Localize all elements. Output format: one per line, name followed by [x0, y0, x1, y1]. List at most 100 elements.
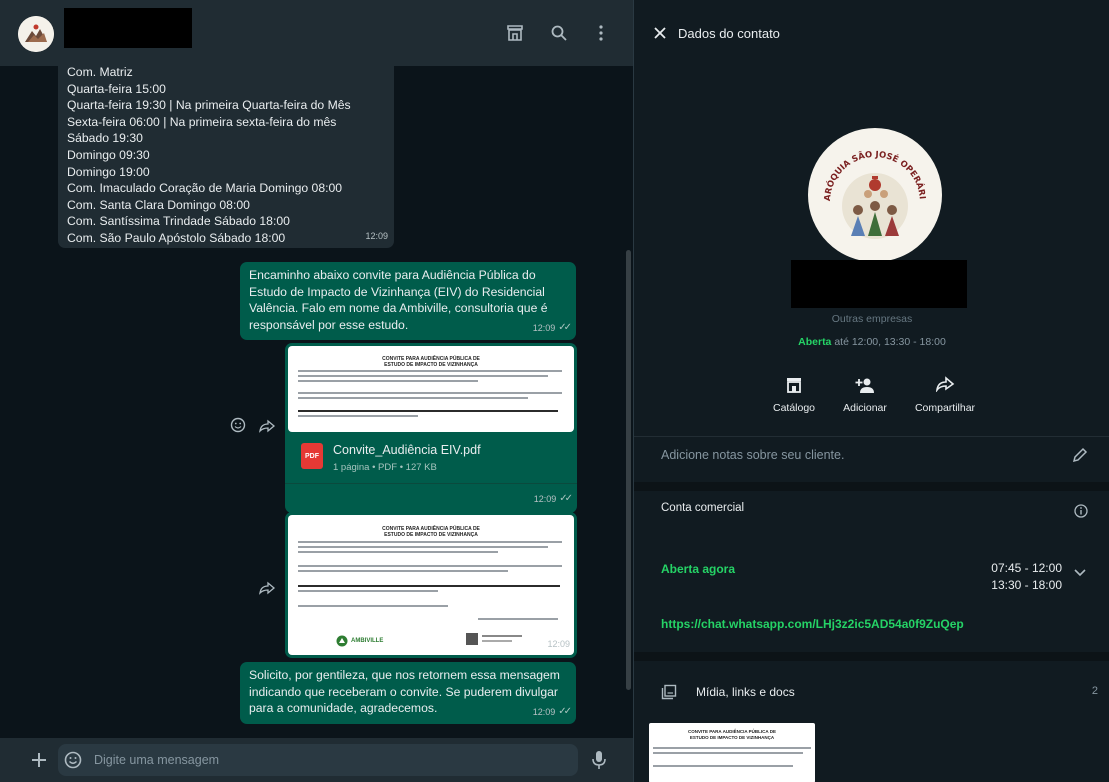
image-preview[interactable]: CONVITE PARA AUDIÊNCIA PÚBLICA DE ESTUDO…: [288, 515, 574, 655]
message-time: 12:09: [365, 228, 388, 245]
business-hours-summary: Aberta até 12:00, 13:30 - 18:00: [634, 336, 1109, 348]
doc-text-line: [298, 546, 548, 548]
share-button[interactable]: Compartilhar: [900, 376, 990, 414]
message-text: Com. Imaculado Coração de Maria Domingo …: [67, 181, 343, 196]
message-text: Sábado 19:30: [67, 131, 143, 146]
doc-text-line: [298, 410, 558, 412]
doc-title-line: CONVITE PARA AUDIÊNCIA PÚBLICA DE: [687, 729, 776, 734]
microphone-icon[interactable]: [591, 750, 607, 770]
message-outgoing-document[interactable]: CONVITE PARA AUDIÊNCIA PÚBLICA DE ESTUDO…: [285, 343, 577, 513]
doc-text-line: [653, 765, 793, 767]
forward-icon[interactable]: [258, 419, 276, 433]
message-text: Com. Santa Clara Domingo 08:00: [67, 197, 250, 212]
section-divider: [634, 482, 1109, 491]
contact-name-redacted[interactable]: [64, 8, 192, 48]
message-outgoing-invite[interactable]: Encaminho abaixo convite para Audiência …: [240, 262, 576, 340]
message-text: Sexta-feira 06:00 | Na primeira sexta-fe…: [67, 114, 337, 129]
message-time: 12:09 ✓✓: [533, 704, 572, 721]
message-text: Com. Matriz: [67, 66, 133, 79]
edit-pencil-icon[interactable]: [1072, 447, 1088, 463]
notes-section[interactable]: Adicione notas sobre seu cliente.: [634, 437, 1109, 482]
message-text: Solicito, por gentileza, que nos retorne…: [249, 668, 560, 716]
notes-placeholder: Adicione notas sobre seu cliente.: [661, 448, 845, 462]
pdf-file-icon: PDF: [301, 443, 323, 469]
double-check-icon: ✓✓: [558, 322, 572, 334]
message-text: Encaminho abaixo convite para Audiência …: [249, 268, 548, 332]
media-gallery-icon: [661, 684, 677, 700]
contact-info-pane: Dados do contato PARÓQUIA SÃO JOSÉ OPERÁ…: [633, 0, 1109, 782]
message-outgoing-request[interactable]: Solicito, por gentileza, que nos retorne…: [240, 662, 576, 724]
document-preview[interactable]: CONVITE PARA AUDIÊNCIA PÚBLICA DE ESTUDO…: [288, 346, 574, 432]
message-time: 12:09 ✓✓: [533, 491, 573, 508]
message-text: Quarta-feira 15:00: [67, 81, 166, 96]
doc-text-line: [298, 392, 562, 394]
media-thumbnail[interactable]: CONVITE PARA AUDIÊNCIA PÚBLICA DE ESTUDO…: [649, 723, 815, 782]
forward-icon[interactable]: [258, 581, 276, 595]
media-count: 2: [1091, 685, 1098, 697]
input-placeholder: Digite uma mensagem: [94, 753, 220, 767]
message-text: Domingo 19:00: [67, 164, 150, 179]
add-person-icon: [820, 376, 910, 394]
doc-text-line: [298, 415, 418, 417]
message-list[interactable]: Com. Matriz Quarta-feira 15:00 Quarta-fe…: [0, 66, 633, 738]
pdf-label: PDF: [305, 453, 319, 461]
message-outgoing-image[interactable]: CONVITE PARA AUDIÊNCIA PÚBLICA DE ESTUDO…: [285, 512, 577, 658]
media-title: Mídia, links e docs: [696, 685, 795, 699]
share-label: Compartilhar: [914, 402, 976, 414]
double-check-icon: ✓✓: [558, 706, 572, 718]
message-text: Domingo 09:30: [67, 147, 150, 162]
contact-profile: PARÓQUIA SÃO JOSÉ OPERÁRIO Outras empres…: [634, 66, 1109, 437]
contact-header-title: Dados do contato: [678, 26, 780, 41]
chat-scrollbar[interactable]: [626, 250, 631, 690]
message-composer: Digite uma mensagem: [0, 738, 633, 782]
partner-logo: [466, 631, 526, 647]
time-label: 12:09: [533, 494, 557, 505]
open-hours: até 12:00, 13:30 - 18:00: [834, 336, 946, 348]
business-account-label: Conta comercial: [661, 502, 745, 514]
doc-text-line: [298, 565, 562, 567]
doc-text-line: [478, 618, 558, 620]
doc-text-line: [653, 747, 811, 749]
business-account-section: Conta comercial Aberta agora 07:45 - 12:…: [634, 491, 1109, 652]
message-incoming-schedule[interactable]: Com. Matriz Quarta-feira 15:00 Quarta-fe…: [58, 66, 394, 248]
parish-logo[interactable]: PARÓQUIA SÃO JOSÉ OPERÁRIO: [808, 128, 942, 262]
doc-title-line: ESTUDO DE IMPACTO DE VIZINHANÇA: [689, 735, 775, 740]
hours-line-1: 07:45 - 12:00: [991, 561, 1062, 575]
divider: [285, 483, 577, 484]
contact-avatar[interactable]: [18, 16, 54, 52]
logo-text: AMBIVILLE: [351, 638, 384, 644]
chat-pane: Com. Matriz Quarta-feira 15:00 Quarta-fe…: [0, 0, 633, 782]
doc-text-line: [298, 590, 438, 592]
open-now-status: Aberta agora: [661, 562, 736, 576]
message-time: 12:09 ✓✓: [532, 320, 572, 337]
open-status: Aberta: [798, 336, 832, 348]
info-icon[interactable]: [1074, 504, 1088, 518]
add-contact-button[interactable]: Adicionar: [820, 376, 910, 414]
emoji-reaction-icon[interactable]: [230, 417, 246, 433]
search-icon[interactable]: [548, 22, 570, 44]
doc-text-line: [298, 541, 562, 543]
message-input[interactable]: Digite uma mensagem: [58, 744, 578, 776]
doc-text-line: [298, 551, 498, 553]
doc-text-line: [298, 380, 478, 382]
catalog-label: Catálogo: [772, 402, 816, 414]
contact-name-redacted: [791, 260, 967, 308]
media-section[interactable]: Mídia, links e docs 2 CONVITE PARA AUDIÊ…: [634, 661, 1109, 782]
catalog-icon[interactable]: [504, 22, 526, 44]
attach-plus-icon[interactable]: [30, 751, 48, 769]
double-check-icon: ✓✓: [559, 493, 573, 505]
time-label: 12:09: [532, 323, 556, 334]
file-meta: 1 página • PDF • 127 KB: [333, 462, 437, 473]
group-invite-link[interactable]: https://chat.whatsapp.com/LHj3z2ic5AD54a…: [661, 617, 964, 631]
doc-text-line: [298, 370, 562, 372]
message-text: Com. Santíssima Trindade Sábado 18:00: [67, 214, 290, 229]
hours-line-2: 13:30 - 18:00: [991, 578, 1062, 592]
add-label: Adicionar: [843, 402, 887, 414]
message-time: 12:09: [547, 636, 570, 653]
file-name[interactable]: Convite_Audiência EIV.pdf: [333, 442, 481, 459]
contact-header: Dados do contato: [634, 0, 1109, 66]
expand-hours-chevron-icon[interactable]: [1074, 569, 1086, 577]
emoji-icon[interactable]: [64, 751, 82, 769]
close-icon[interactable]: [654, 27, 666, 39]
menu-icon[interactable]: [590, 22, 612, 44]
